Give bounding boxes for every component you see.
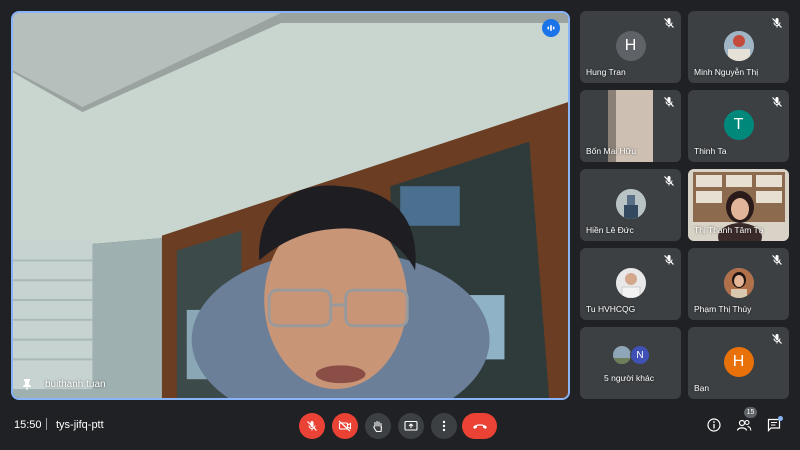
meeting-details-button[interactable]	[706, 417, 722, 433]
participant-tile[interactable]: Tu HVHCQG	[580, 248, 681, 320]
participant-name: Tu HVHCQG	[586, 304, 636, 314]
avatar: H	[615, 31, 646, 61]
participant-name: Bạn	[694, 383, 710, 393]
leave-call-button[interactable]	[462, 413, 497, 439]
mic-off-icon	[307, 421, 317, 431]
speaker-label: buithanh tuan	[21, 378, 106, 390]
divider	[46, 418, 47, 430]
participant-name: Bốn Mai Hữu	[586, 146, 637, 156]
unread-dot	[778, 416, 783, 421]
speaker-video	[13, 13, 568, 398]
self-tile[interactable]: H Bạn	[688, 327, 789, 399]
participant-name: Thinh Ta	[694, 146, 727, 156]
present-icon	[404, 420, 418, 431]
meeting-code: tys-jifq-ptt	[56, 419, 104, 431]
participant-tile[interactable]: T Thinh Ta	[688, 90, 789, 162]
participant-name: Minh Nguyễn Thị	[694, 67, 759, 77]
more-options-button[interactable]	[431, 413, 457, 439]
clock: 15:50	[14, 419, 42, 431]
bottom-toolbar: 15:50 tys-jifq-ptt 15	[0, 405, 800, 450]
participant-name: Thị Thanh Tâm Tạ	[694, 225, 764, 235]
avatar: N	[630, 345, 650, 365]
avatar	[723, 31, 754, 61]
mic-off-icon	[772, 255, 782, 265]
speaking-indicator-icon	[542, 19, 560, 37]
people-button[interactable]	[736, 417, 752, 433]
people-icon	[736, 419, 752, 431]
avatar: H	[723, 347, 754, 377]
mic-toggle-button[interactable]	[299, 413, 325, 439]
mic-off-icon	[664, 18, 674, 28]
mic-off-icon	[772, 334, 782, 344]
participant-name: Hung Tran	[586, 67, 626, 77]
participant-tile[interactable]: Bốn Mai Hữu	[580, 90, 681, 162]
avatar	[615, 189, 646, 219]
camera-off-icon	[338, 420, 352, 432]
mic-off-icon	[664, 97, 674, 107]
participant-tile[interactable]: H Hung Tran	[580, 11, 681, 83]
pin-icon[interactable]	[21, 378, 33, 390]
participant-tile[interactable]: Phạm Thị Thúy	[688, 248, 789, 320]
participant-tile[interactable]: Hiền Lê Đức	[580, 169, 681, 241]
participant-tile[interactable]: Minh Nguyễn Thị	[688, 11, 789, 83]
participants-count-badge: 15	[744, 407, 757, 418]
speaker-name: buithanh tuan	[45, 378, 106, 390]
info-icon	[707, 418, 721, 432]
avatar	[615, 268, 646, 298]
mic-off-icon	[664, 255, 674, 265]
avatar	[612, 345, 632, 365]
avatar	[723, 268, 754, 298]
hang-up-icon	[472, 424, 487, 429]
mic-off-icon	[772, 97, 782, 107]
mic-off-icon	[772, 18, 782, 28]
main-speaker-tile[interactable]: buithanh tuan	[11, 11, 570, 400]
participant-name: Hiền Lê Đức	[586, 225, 634, 235]
others-tile[interactable]: N 5 người khác	[580, 327, 681, 399]
others-label: 5 người khác	[604, 373, 655, 383]
participant-tile[interactable]: Thị Thanh Tâm Tạ	[688, 169, 789, 241]
hand-icon	[373, 420, 383, 432]
avatar: T	[723, 110, 754, 140]
present-screen-button[interactable]	[398, 413, 424, 439]
raise-hand-button[interactable]	[365, 413, 391, 439]
camera-toggle-button[interactable]	[332, 413, 358, 439]
more-vert-icon	[442, 420, 446, 432]
mic-off-icon	[664, 176, 674, 186]
participant-name: Phạm Thị Thúy	[694, 304, 752, 314]
